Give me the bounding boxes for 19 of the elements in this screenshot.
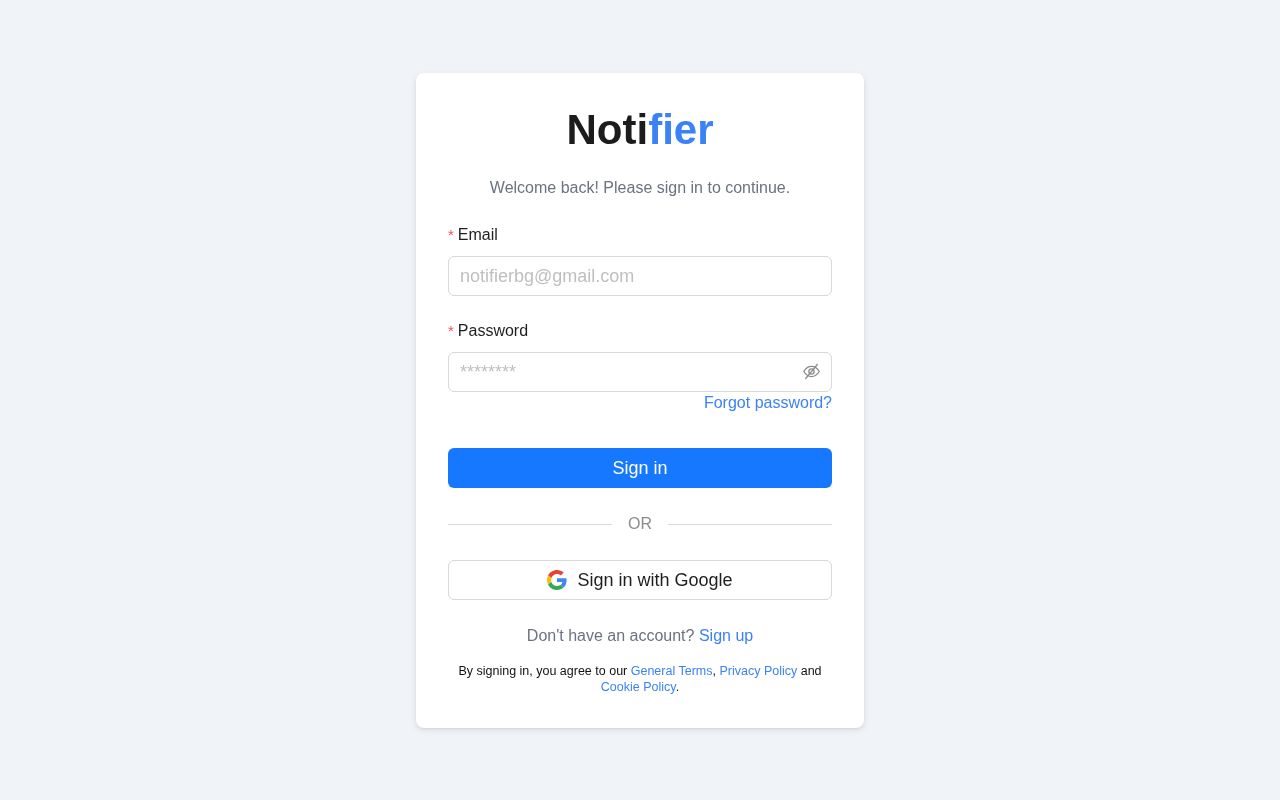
welcome-text: Welcome back! Please sign in to continue. — [489, 178, 791, 198]
divider-label: OR — [627, 515, 653, 533]
logo: Notifier — [566, 105, 714, 155]
email-field[interactable]: notifierbg@gmail.com — [448, 256, 832, 296]
terms-link[interactable]: Cookie Policy — [600, 680, 676, 694]
forgot-password-link[interactable]: Forgot password? — [703, 392, 832, 414]
sign-in-button[interactable]: Sign in — [448, 448, 832, 488]
google-icon — [547, 570, 568, 590]
field-label: Email — [457, 225, 498, 245]
required-mark: * — [448, 321, 454, 341]
terms-notice: By signing in, you agree to our General Terms, Privacy Policy and Cookie Policy. — [457, 663, 823, 695]
terms-link[interactable]: Privacy Policy — [719, 664, 798, 678]
eye-slash-icon[interactable] — [802, 363, 821, 380]
signup-prompt: Don't have an account? — [526, 627, 695, 644]
field-label: Password — [457, 321, 529, 341]
password-field[interactable]: ******** — [448, 352, 832, 392]
sign-up-link[interactable]: Sign up — [698, 627, 754, 644]
google-sign-in-button[interactable]: Sign in with Google — [448, 560, 832, 600]
required-mark: * — [448, 225, 454, 245]
